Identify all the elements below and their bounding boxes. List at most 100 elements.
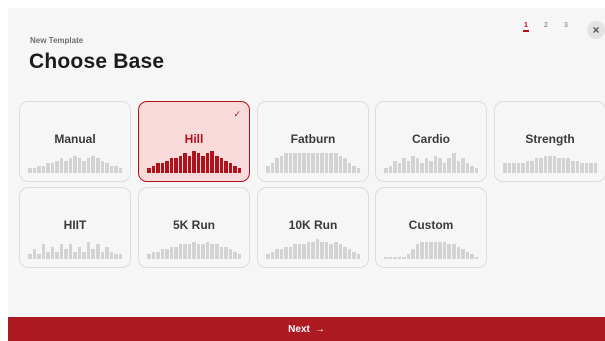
profile-bar (224, 246, 228, 259)
profile-bar (570, 160, 575, 173)
profile-bar (214, 155, 219, 173)
profile-bar (456, 160, 461, 173)
base-card-cardio[interactable]: Cardio (375, 101, 487, 182)
profile-bar (210, 151, 214, 173)
profile-bar (169, 158, 174, 173)
base-card-fatburn[interactable]: Fatburn (257, 101, 369, 182)
profile-bar (406, 160, 411, 173)
base-card-strength[interactable]: Strength (494, 101, 605, 182)
profile-bar (302, 244, 306, 259)
profile-bar (105, 246, 109, 259)
profile-bar (433, 241, 438, 259)
profile-bar (55, 160, 59, 173)
card-label: HIIT (63, 218, 87, 232)
profile-bar (548, 155, 552, 173)
profile-bar (566, 158, 570, 173)
step-2[interactable]: 2 (536, 22, 556, 31)
profile-bar (516, 163, 521, 173)
profile-bar (82, 160, 86, 173)
profile-bar (429, 241, 433, 259)
profile-bar (420, 163, 424, 173)
profile-bar (284, 153, 288, 173)
profile-bar (237, 254, 242, 259)
profile-bar (442, 163, 447, 173)
profile-bar (174, 246, 178, 259)
profile-bar (270, 163, 275, 173)
profile-bar (100, 160, 105, 173)
profile-bar (525, 160, 530, 173)
profile-bar (302, 153, 306, 173)
profile-bar (77, 246, 82, 259)
profile-bar (465, 251, 470, 259)
profile-bar (28, 168, 32, 173)
profile-bars (266, 151, 361, 173)
profile-bar (279, 155, 284, 173)
profile-bar (187, 155, 192, 173)
profile-bar (219, 158, 224, 173)
step-1[interactable]: 1 (516, 22, 536, 32)
profile-bar (237, 168, 242, 173)
profile-bar (503, 163, 507, 173)
base-card-10k-run[interactable]: 10K Run (257, 187, 369, 268)
profile-bar (543, 155, 548, 173)
profile-bar (507, 163, 512, 173)
profile-bar (561, 158, 566, 173)
profile-bar (165, 249, 169, 259)
base-card-manual[interactable]: Manual (19, 101, 131, 182)
profile-bar (156, 163, 160, 173)
profile-bar (156, 251, 160, 259)
profile-bar (461, 158, 465, 173)
profile-bar (521, 163, 525, 173)
profile-bar (456, 246, 461, 259)
profile-bar (169, 246, 174, 259)
card-label: Strength (525, 132, 575, 146)
close-button[interactable]: × (587, 21, 605, 39)
profile-bar (151, 251, 156, 259)
profile-bar (151, 165, 156, 173)
profile-bar (165, 160, 169, 173)
base-card-hill[interactable]: ✓ Hill (138, 101, 250, 182)
profile-bar (306, 241, 311, 259)
profile-bar (37, 254, 41, 259)
profile-bar (356, 254, 361, 259)
profile-bar (388, 165, 393, 173)
profile-bar (329, 153, 333, 173)
profile-bar (415, 244, 420, 259)
profile-bar (293, 244, 297, 259)
profile-bar (311, 153, 315, 173)
profile-bar (41, 165, 46, 173)
profile-bar (438, 158, 442, 173)
card-label: Manual (54, 132, 96, 146)
profile-bars (503, 151, 598, 173)
profile-bar (324, 241, 329, 259)
profile-bar (447, 158, 451, 173)
base-card-5k-run[interactable]: 5K Run (138, 187, 250, 268)
profile-bar (589, 163, 593, 173)
base-card-hiit[interactable]: HIIT (19, 187, 131, 268)
profile-bar (329, 244, 333, 259)
profile-bar (338, 244, 343, 259)
checkmark-icon: ✓ (233, 109, 241, 119)
step-3[interactable]: 3 (556, 22, 576, 31)
profile-bar (219, 246, 224, 259)
profile-bar (465, 163, 470, 173)
profile-bar (95, 244, 100, 259)
profile-bar (196, 153, 201, 173)
profile-bar (86, 241, 91, 259)
profile-bar (315, 153, 320, 173)
profile-bar (297, 153, 302, 173)
profile-bar (266, 165, 270, 173)
base-card-custom[interactable]: Custom (375, 187, 487, 268)
profile-bar (352, 251, 356, 259)
profile-bar (284, 246, 288, 259)
next-button[interactable]: Next → (8, 317, 605, 341)
profile-bar (160, 249, 165, 259)
profile-bar (233, 165, 237, 173)
profile-bar (100, 251, 105, 259)
profile-bar (160, 163, 165, 173)
profile-bar (530, 160, 534, 173)
profile-bar (279, 249, 284, 259)
card-label: 10K Run (288, 218, 338, 232)
profile-bar (187, 244, 192, 259)
profile-bar (91, 249, 95, 259)
